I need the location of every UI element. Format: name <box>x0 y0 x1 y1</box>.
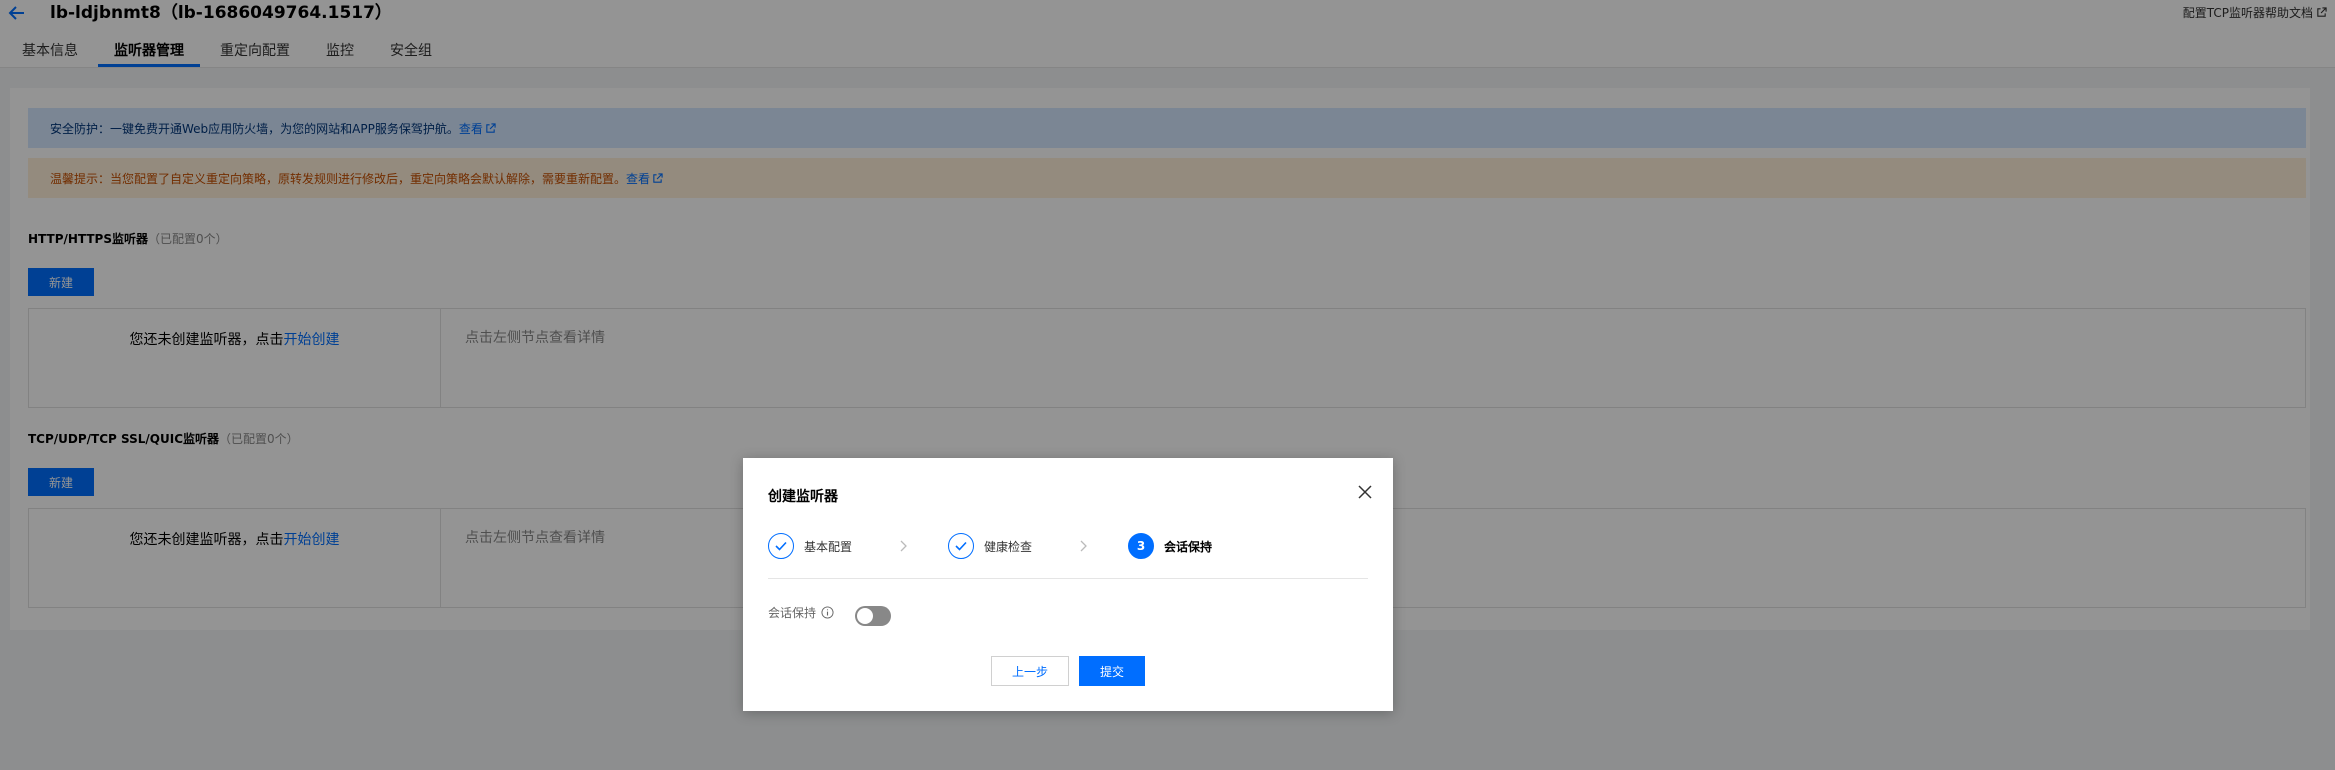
step-session-persistence: 3 会话保持 <box>1128 532 1212 560</box>
step-indicator: 基本配置 健康检查 3 会话保持 <box>768 532 1368 560</box>
close-icon[interactable] <box>1357 484 1373 500</box>
check-icon <box>768 533 794 559</box>
modal-divider <box>768 578 1368 579</box>
step-session-persistence-label: 会话保持 <box>1164 539 1213 554</box>
previous-step-button[interactable]: 上一步 <box>991 656 1069 686</box>
step-health-check: 健康检查 <box>948 532 1032 560</box>
modal-title: 创建监听器 <box>768 489 838 505</box>
session-persistence-label: 会话保持 <box>768 606 817 620</box>
info-icon[interactable] <box>821 606 834 619</box>
step-number-badge: 3 <box>1128 533 1154 559</box>
chevron-right-icon <box>896 539 910 553</box>
step-health-check-label: 健康检查 <box>984 539 1033 554</box>
session-persistence-toggle[interactable] <box>855 606 891 626</box>
step-basic-config-label: 基本配置 <box>804 539 853 554</box>
chevron-right-icon <box>1076 539 1090 553</box>
check-icon <box>948 533 974 559</box>
step-basic-config: 基本配置 <box>768 532 852 560</box>
session-persistence-field: 会话保持 <box>768 604 834 621</box>
create-listener-modal: 创建监听器 基本配置 健康检查 3 会话保持 会话保持 上一步 提交 <box>743 458 1393 711</box>
toggle-knob <box>857 608 873 624</box>
submit-button[interactable]: 提交 <box>1079 656 1145 686</box>
